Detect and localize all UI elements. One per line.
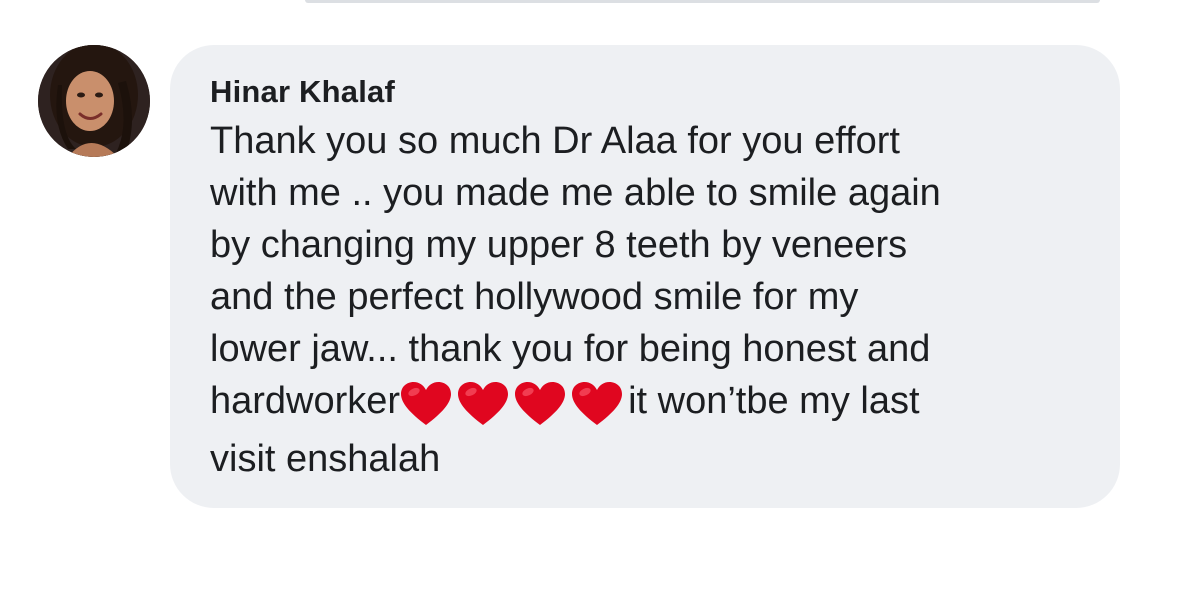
avatar[interactable] (38, 45, 150, 157)
comment-line: hardworker it won’tbe my last (210, 375, 1090, 433)
profile-photo (38, 45, 150, 157)
comment-line: Thank you so much Dr Alaa for you effort (210, 120, 900, 162)
comment-line: lower jaw... thank you for being honest … (210, 328, 931, 370)
comment-text: Thank you so much Dr Alaa for you effort… (210, 115, 1090, 485)
heart-icon (457, 381, 509, 427)
comment-line: and the perfect hollywood smile for my (210, 276, 859, 318)
comment-line-segment: it won’tbe my last (628, 380, 920, 422)
heart-icon (514, 381, 566, 427)
comment-bubble: Hinar Khalaf Thank you so much Dr Alaa f… (170, 45, 1120, 508)
author-name[interactable]: Hinar Khalaf (210, 73, 1090, 111)
comment-line-segment: hardworker (210, 380, 401, 422)
heart-icon (400, 381, 452, 427)
heart-emoji-group (400, 381, 628, 433)
comment-line: by changing my upper 8 teeth by veneers (210, 224, 908, 266)
comment-line: visit enshalah (210, 438, 441, 480)
heart-icon (571, 381, 623, 427)
divider (305, 0, 1100, 3)
comment-line: with me .. you made me able to smile aga… (210, 172, 941, 214)
